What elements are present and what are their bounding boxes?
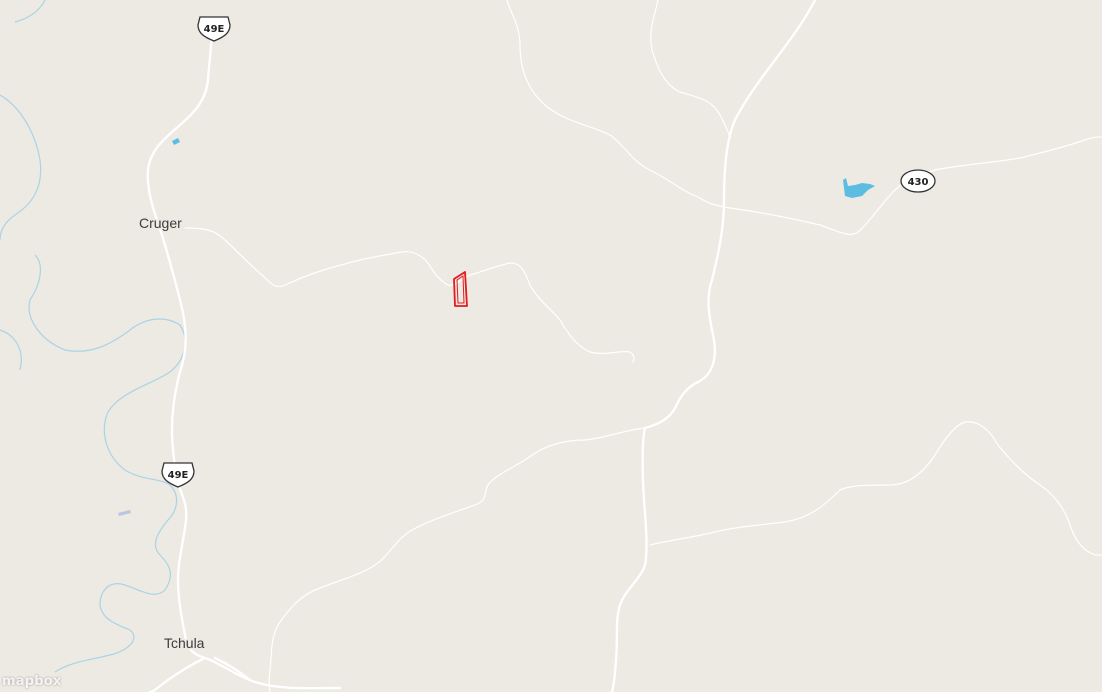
- road: [650, 0, 731, 139]
- shield-label: 430: [908, 177, 929, 188]
- mapbox-logo[interactable]: mapbox: [2, 674, 61, 689]
- minor-roads: [184, 0, 1102, 692]
- highway-main: [610, 0, 817, 692]
- road: [506, 0, 731, 209]
- shield-label: 49E: [204, 24, 225, 35]
- map-layers: 49E 49E 430 Cruger Tchula: [0, 0, 1102, 692]
- shield-label: 49E: [168, 470, 189, 481]
- state-highway-shield-430: 430: [900, 169, 936, 193]
- highlight-parcel-inner: [456, 275, 465, 304]
- highway-49e: [146, 16, 342, 690]
- river-line: [14, 0, 46, 23]
- major-roads: [146, 0, 817, 692]
- road-to-tchula: [213, 656, 252, 682]
- road: [649, 421, 1102, 556]
- road: [268, 427, 646, 692]
- waterways: [0, 0, 186, 673]
- highway-49e: [148, 656, 207, 692]
- road: [184, 227, 635, 363]
- river-line: [0, 94, 42, 241]
- river-line: [0, 329, 22, 371]
- pond: [172, 138, 180, 145]
- place-label-tchula: Tchula: [164, 635, 205, 651]
- map-canvas[interactable]: 49E 49E 430 Cruger Tchula mapbox: [0, 0, 1102, 692]
- lake: [843, 178, 875, 198]
- place-label-cruger: Cruger: [139, 215, 182, 231]
- pond: [118, 510, 131, 516]
- river-line: [28, 254, 186, 673]
- us-highway-shield-north: 49E: [197, 16, 231, 42]
